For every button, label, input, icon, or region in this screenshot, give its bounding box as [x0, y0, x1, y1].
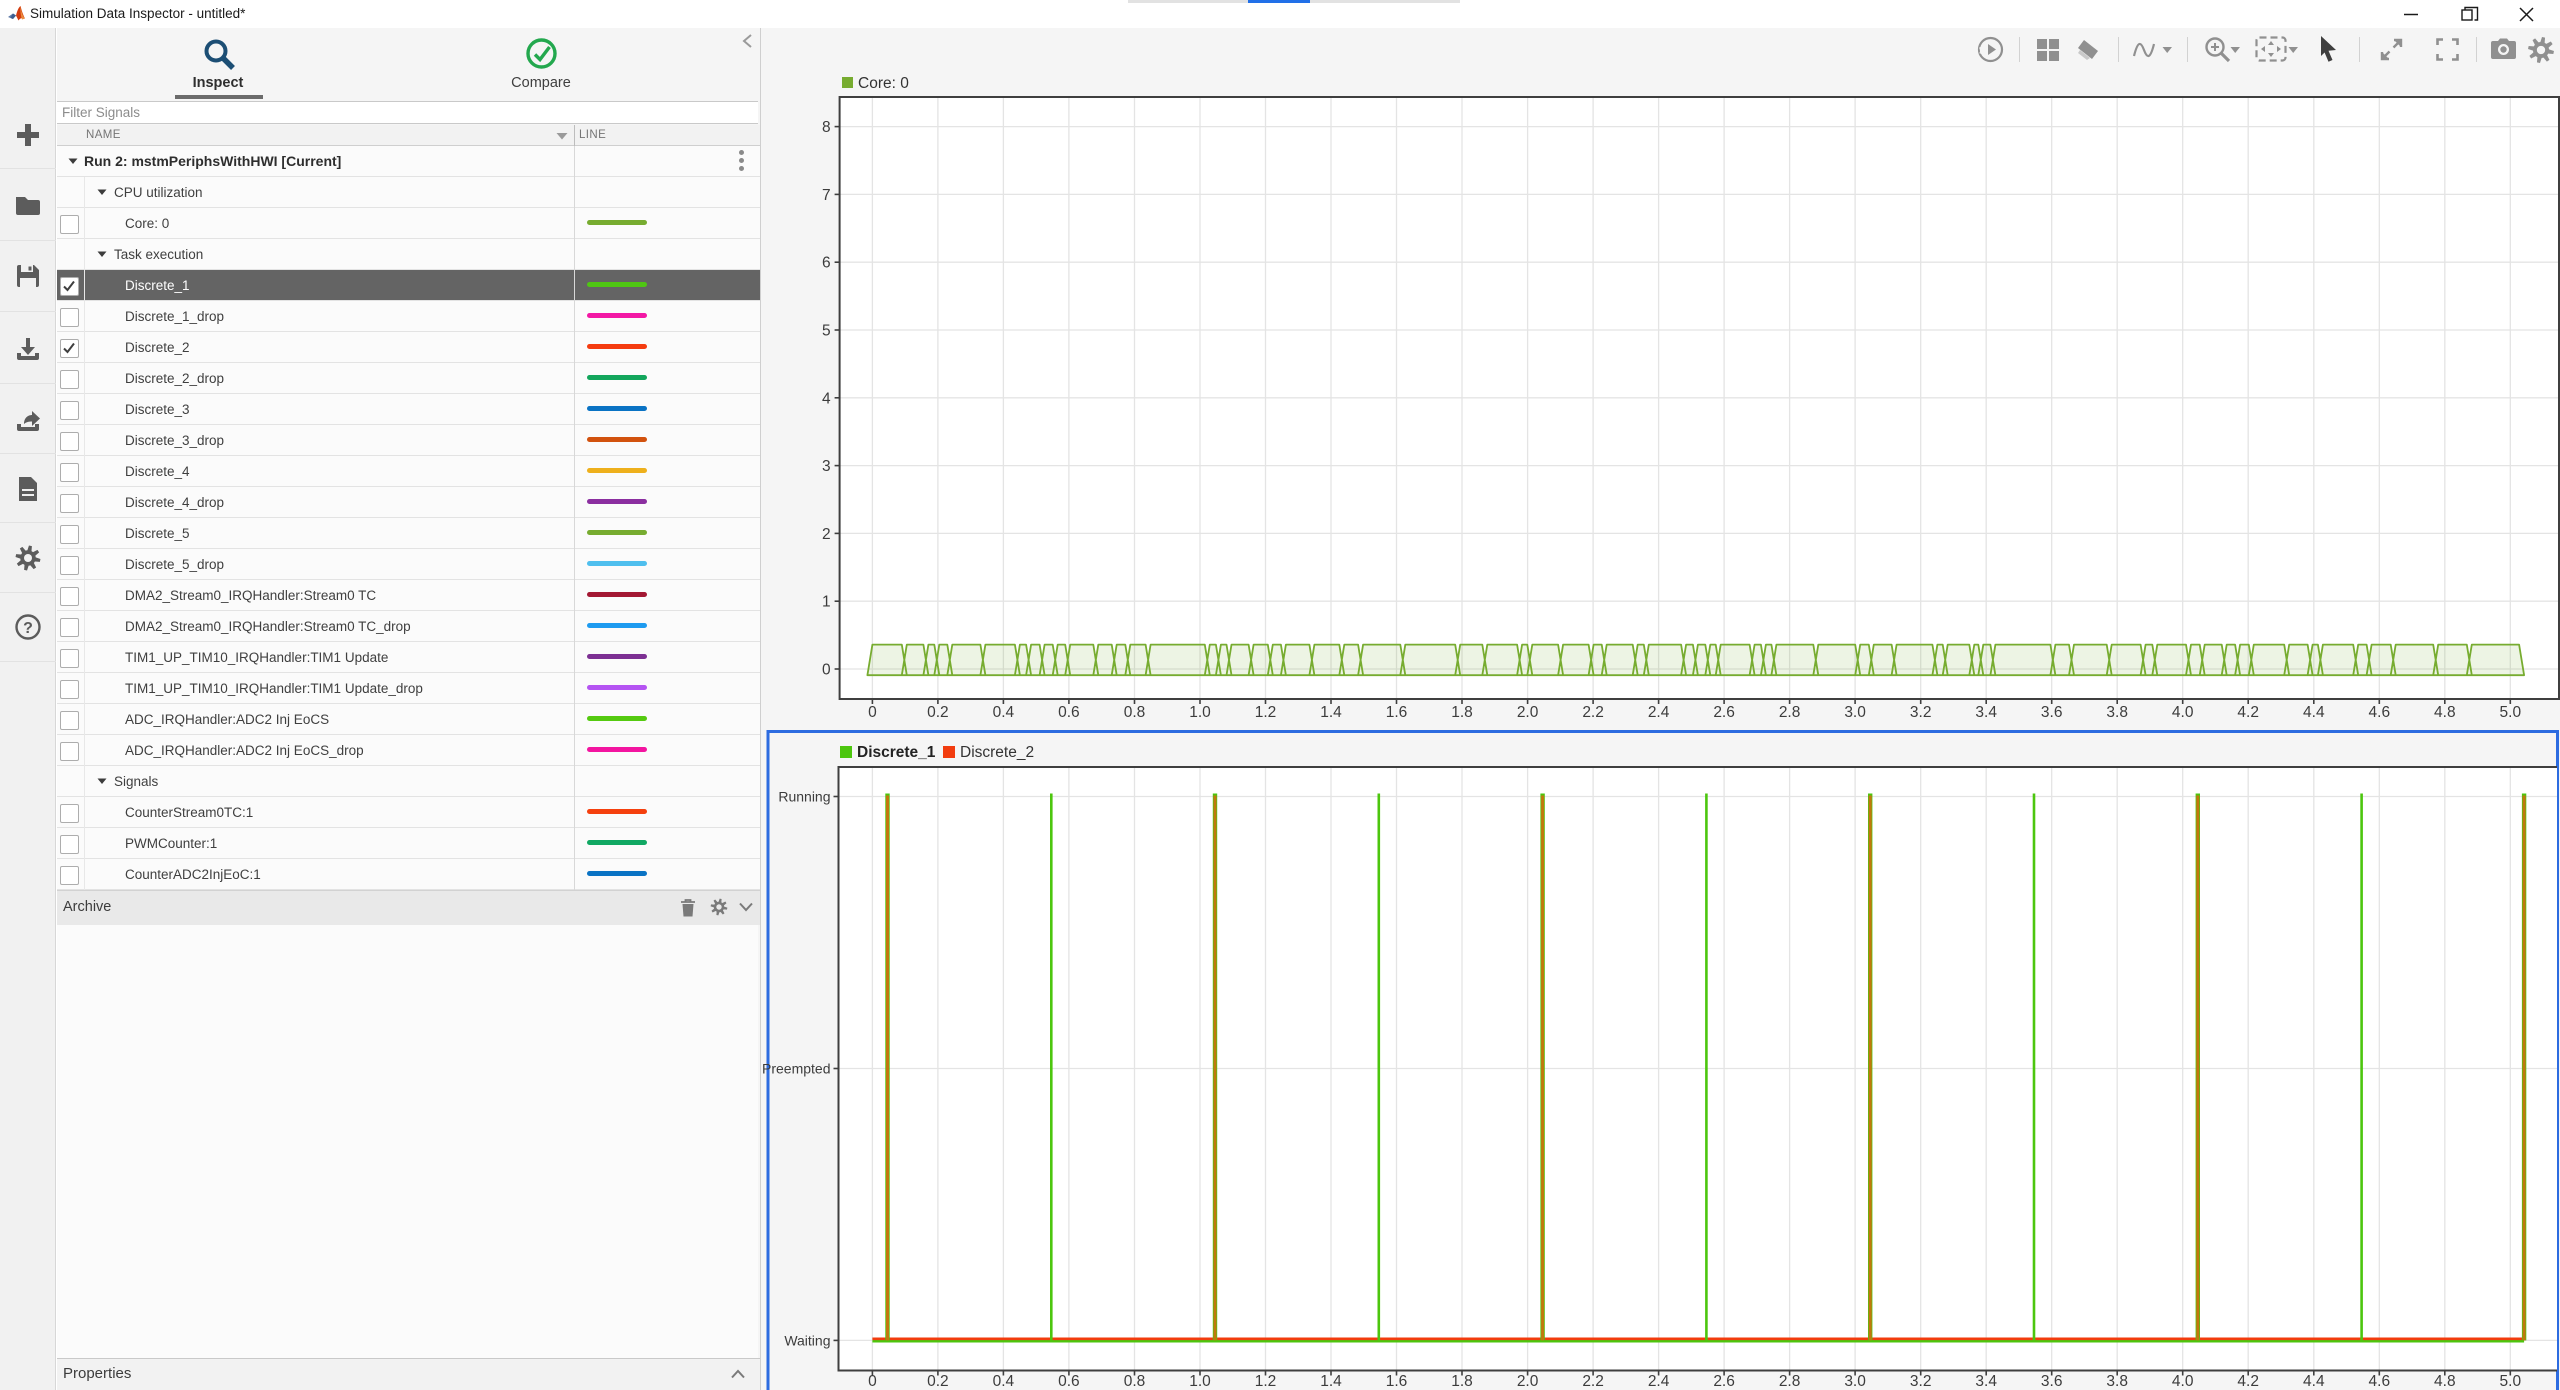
- svg-text:4.8: 4.8: [2434, 704, 2456, 721]
- svg-text:2.2: 2.2: [1582, 1373, 1604, 1390]
- svg-text:2.8: 2.8: [1779, 1373, 1801, 1390]
- svg-text:1: 1: [822, 594, 831, 611]
- svg-text:5.0: 5.0: [2500, 704, 2522, 721]
- svg-text:0: 0: [868, 704, 877, 721]
- svg-text:?: ?: [23, 620, 33, 637]
- svg-text:1.6: 1.6: [1386, 704, 1408, 721]
- svg-text:2.8: 2.8: [1779, 704, 1801, 721]
- svg-text:6: 6: [822, 255, 831, 272]
- svg-text:3.4: 3.4: [1975, 1373, 1997, 1390]
- svg-text:1.4: 1.4: [1320, 1373, 1342, 1390]
- svg-text:3.2: 3.2: [1910, 1373, 1932, 1390]
- svg-text:2.2: 2.2: [1582, 704, 1604, 721]
- svg-text:1.0: 1.0: [1189, 1373, 1211, 1390]
- svg-text:8: 8: [822, 119, 831, 136]
- svg-text:4.2: 4.2: [2237, 1373, 2259, 1390]
- svg-text:Preempted: Preempted: [762, 1061, 830, 1077]
- svg-text:1.2: 1.2: [1255, 704, 1277, 721]
- svg-text:4.0: 4.0: [2172, 704, 2194, 721]
- svg-text:7: 7: [822, 187, 831, 204]
- svg-text:0.8: 0.8: [1124, 704, 1146, 721]
- svg-text:2.4: 2.4: [1648, 1373, 1670, 1390]
- svg-text:2.6: 2.6: [1713, 704, 1735, 721]
- svg-text:4.6: 4.6: [2369, 1373, 2391, 1390]
- svg-text:2.0: 2.0: [1517, 1373, 1539, 1390]
- svg-text:1.4: 1.4: [1320, 704, 1342, 721]
- svg-text:0: 0: [868, 1373, 877, 1390]
- svg-text:Running: Running: [778, 789, 830, 805]
- svg-text:3.6: 3.6: [2041, 1373, 2063, 1390]
- svg-text:2.0: 2.0: [1517, 704, 1539, 721]
- svg-text:2: 2: [822, 526, 831, 543]
- svg-text:0.6: 0.6: [1058, 1373, 1080, 1390]
- svg-text:Core: 0: Core: 0: [858, 75, 909, 92]
- svg-text:3: 3: [822, 458, 831, 475]
- svg-text:2.4: 2.4: [1648, 704, 1670, 721]
- svg-text:3.8: 3.8: [2106, 1373, 2128, 1390]
- svg-text:3.4: 3.4: [1975, 704, 1997, 721]
- svg-text:5: 5: [822, 323, 831, 340]
- svg-text:3.0: 3.0: [1844, 704, 1866, 721]
- svg-text:1.8: 1.8: [1451, 704, 1473, 721]
- svg-text:0.8: 0.8: [1124, 1373, 1146, 1390]
- svg-text:3.0: 3.0: [1844, 1373, 1866, 1390]
- svg-text:0.2: 0.2: [927, 704, 949, 721]
- svg-text:3.2: 3.2: [1910, 704, 1932, 721]
- svg-text:0.6: 0.6: [1058, 704, 1080, 721]
- svg-text:Discrete_2: Discrete_2: [960, 744, 1034, 761]
- svg-text:3.6: 3.6: [2041, 704, 2063, 721]
- svg-text:1.6: 1.6: [1386, 1373, 1408, 1390]
- svg-text:Waiting: Waiting: [784, 1332, 830, 1348]
- svg-text:5.0: 5.0: [2500, 1373, 2522, 1390]
- svg-text:4.4: 4.4: [2303, 1373, 2325, 1390]
- svg-text:Discrete_1: Discrete_1: [857, 744, 936, 761]
- svg-text:1.8: 1.8: [1451, 1373, 1473, 1390]
- svg-text:4.2: 4.2: [2237, 704, 2259, 721]
- svg-text:4.0: 4.0: [2172, 1373, 2194, 1390]
- svg-text:0: 0: [822, 662, 831, 679]
- svg-text:1.2: 1.2: [1255, 1373, 1277, 1390]
- svg-text:0.4: 0.4: [993, 1373, 1015, 1390]
- svg-text:4: 4: [822, 390, 831, 407]
- svg-text:2.6: 2.6: [1713, 1373, 1735, 1390]
- svg-text:4.4: 4.4: [2303, 704, 2325, 721]
- svg-text:0.2: 0.2: [927, 1373, 949, 1390]
- svg-text:3.8: 3.8: [2106, 704, 2128, 721]
- svg-text:0.4: 0.4: [993, 704, 1015, 721]
- svg-text:1.0: 1.0: [1189, 704, 1211, 721]
- svg-text:4.8: 4.8: [2434, 1373, 2456, 1390]
- svg-text:4.6: 4.6: [2369, 704, 2391, 721]
